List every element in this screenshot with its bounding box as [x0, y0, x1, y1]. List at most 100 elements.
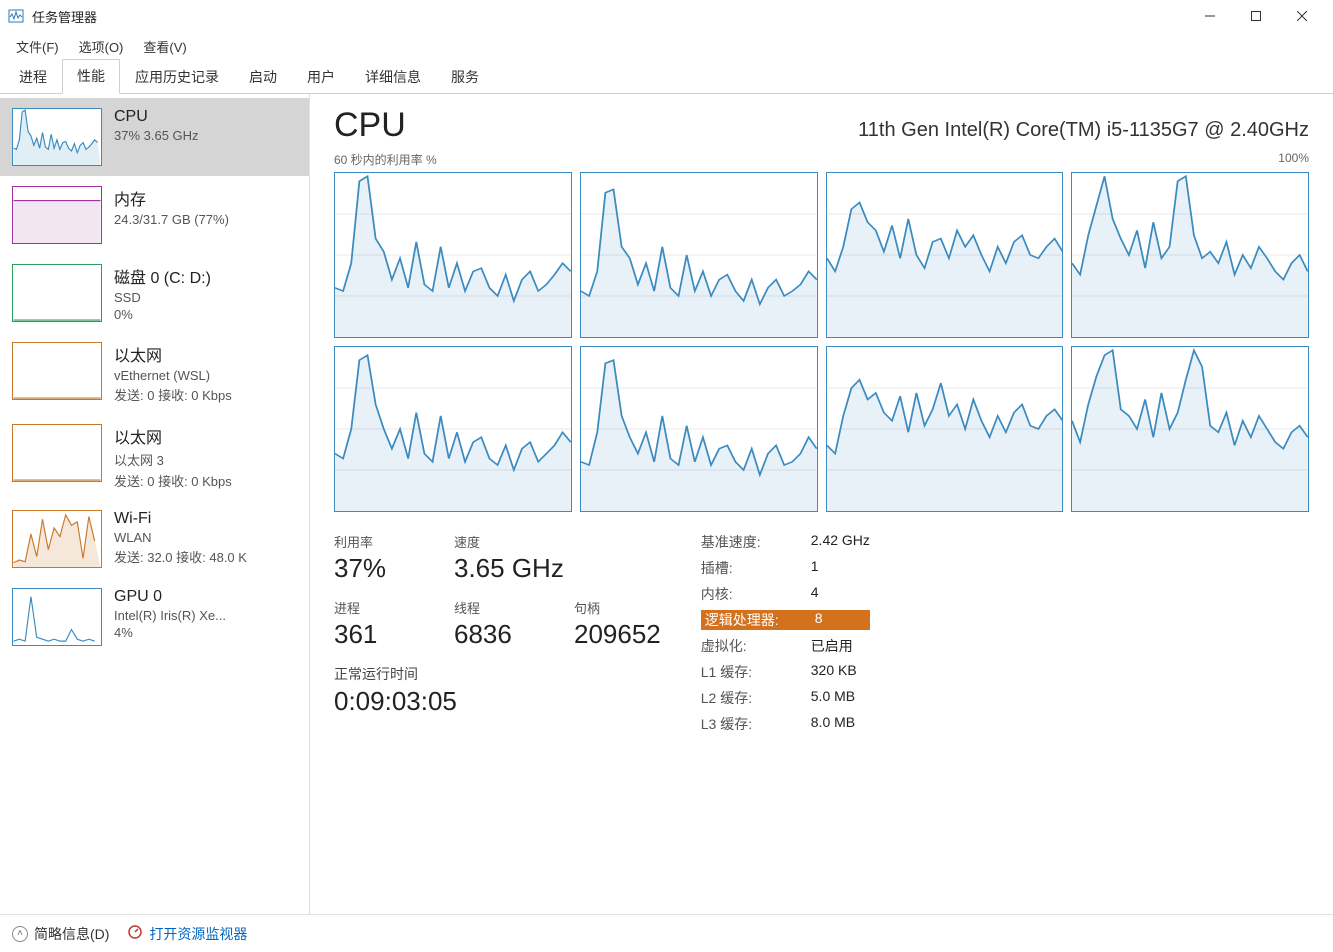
resmon-icon: [127, 924, 143, 943]
tab-startup[interactable]: 启动: [234, 60, 292, 94]
close-button[interactable]: [1279, 0, 1325, 32]
sidebar-item-title: 磁盘 0 (C: D:): [114, 264, 299, 288]
handle-label: 句柄: [574, 598, 661, 617]
tabbar: 进程 性能 应用历史记录 启动 用户 详细信息 服务: [0, 60, 1333, 94]
thumb-chart: [12, 186, 102, 244]
uptime-value: 0:09:03:05: [334, 686, 661, 717]
speed-label: 速度: [454, 532, 564, 551]
minimize-button[interactable]: [1187, 0, 1233, 32]
sidebar-item-5[interactable]: Wi-Fi WLAN 发送: 32.0 接收: 48.0 K: [0, 500, 309, 578]
sidebar-item-title: GPU 0: [114, 588, 299, 606]
core-chart-4[interactable]: [334, 346, 572, 512]
sidebar-item-4[interactable]: 以太网以太网 3 发送: 0 接收: 0 Kbps: [0, 414, 309, 500]
main: CPU 37% 3.65 GHz 内存 24.3/31.7 GB (77%) 磁盘 0 …: [0, 94, 1333, 914]
tab-users[interactable]: 用户: [292, 60, 350, 94]
l2-label: L2 缓存:: [701, 688, 811, 708]
tab-performance[interactable]: 性能: [62, 59, 120, 94]
sidebar-item-2[interactable]: 磁盘 0 (C: D:) SSD 0%: [0, 254, 309, 332]
resource-monitor-link[interactable]: 打开资源监视器: [127, 924, 247, 944]
sidebar-item-sub2: 发送: 32.0 接收: 48.0 K: [114, 547, 299, 566]
core-chart-5[interactable]: [580, 346, 818, 512]
thread-value: 6836: [454, 619, 534, 650]
tab-app-history[interactable]: 应用历史记录: [120, 60, 234, 94]
maximize-button[interactable]: [1233, 0, 1279, 32]
core-chart-0[interactable]: [334, 172, 572, 338]
sidebar-item-sub: vEthernet (WSL): [114, 368, 299, 383]
chart-axis-labels: 60 秒内的利用率 % 100%: [334, 151, 1309, 168]
brief-info-link[interactable]: ˄ 简略信息(D): [12, 924, 109, 944]
sidebar-item-sub: SSD: [114, 290, 299, 305]
sidebar-item-sub2: 0%: [114, 307, 299, 322]
sidebar-item-sub: 24.3/31.7 GB (77%): [114, 212, 299, 227]
cores-label: 内核:: [701, 584, 811, 604]
logical-label: 逻辑处理器:: [705, 610, 815, 630]
sidebar-item-1[interactable]: 内存 24.3/31.7 GB (77%): [0, 176, 309, 254]
cpu-heading: CPU: [334, 106, 406, 145]
sidebar-item-sub: 以太网 3: [114, 450, 299, 469]
sidebar-item-title: CPU: [114, 108, 299, 126]
sidebar-item-sub: Intel(R) Iris(R) Xe...: [114, 608, 299, 623]
sidebar-item-sub2: 4%: [114, 625, 299, 640]
virt-value: 已启用: [811, 636, 853, 656]
thumb-chart: [12, 342, 102, 400]
l1-label: L1 缓存:: [701, 662, 811, 682]
resmon-label: 打开资源监视器: [149, 924, 247, 944]
content: CPU 11th Gen Intel(R) Core(TM) i5-1135G7…: [310, 94, 1333, 914]
tab-services[interactable]: 服务: [436, 60, 494, 94]
uptime-label: 正常运行时间: [334, 664, 661, 684]
menu-file[interactable]: 文件(F): [6, 33, 69, 60]
menu-view[interactable]: 查看(V): [133, 33, 196, 60]
virt-label: 虚拟化:: [701, 636, 811, 656]
sidebar-item-title: 以太网: [114, 424, 299, 448]
thumb-chart: [12, 588, 102, 646]
stats: 利用率 37% 速度 3.65 GHz 进程 361 线程 68: [334, 532, 1309, 734]
sidebar-item-sub2: 发送: 0 接收: 0 Kbps: [114, 385, 299, 404]
core-chart-3[interactable]: [1071, 172, 1309, 338]
sidebar-item-6[interactable]: GPU 0 Intel(R) Iris(R) Xe... 4%: [0, 578, 309, 656]
core-chart-grid: [334, 172, 1309, 512]
tab-details[interactable]: 详细信息: [350, 60, 436, 94]
tab-processes[interactable]: 进程: [4, 60, 62, 94]
thumb-chart: [12, 424, 102, 482]
sidebar-item-title: Wi-Fi: [114, 510, 299, 528]
sidebar-item-0[interactable]: CPU 37% 3.65 GHz: [0, 98, 309, 176]
stats-right: 基准速度:2.42 GHz 插槽:1 内核:4 逻辑处理器:8 虚拟化:已启用 …: [701, 532, 870, 734]
proc-value: 361: [334, 619, 414, 650]
menu-options[interactable]: 选项(O): [69, 33, 134, 60]
core-chart-6[interactable]: [826, 346, 1064, 512]
cpu-model: 11th Gen Intel(R) Core(TM) i5-1135G7 @ 2…: [858, 119, 1309, 142]
core-chart-1[interactable]: [580, 172, 818, 338]
core-chart-2[interactable]: [826, 172, 1064, 338]
footer: ˄ 简略信息(D) 打开资源监视器: [0, 914, 1333, 952]
sidebar-item-sub: WLAN: [114, 530, 299, 545]
thumb-chart: [12, 264, 102, 322]
l3-value: 8.0 MB: [811, 714, 855, 734]
sidebar-item-sub: 37% 3.65 GHz: [114, 128, 299, 143]
proc-label: 进程: [334, 598, 414, 617]
sockets-label: 插槽:: [701, 558, 811, 578]
window-controls: [1187, 0, 1325, 32]
base-speed-label: 基准速度:: [701, 532, 811, 552]
sidebar-item-title: 内存: [114, 186, 299, 210]
l3-label: L3 缓存:: [701, 714, 811, 734]
brief-info-label: 简略信息(D): [34, 924, 109, 944]
logical-value: 8: [815, 610, 823, 630]
chevron-up-icon: ˄: [12, 926, 28, 942]
thumb-chart: [12, 510, 102, 568]
cores-value: 4: [811, 584, 819, 604]
handle-value: 209652: [574, 619, 661, 650]
core-chart-7[interactable]: [1071, 346, 1309, 512]
titlebar: 任务管理器: [0, 0, 1333, 32]
thumb-chart: [12, 108, 102, 166]
thread-label: 线程: [454, 598, 534, 617]
util-value: 37%: [334, 553, 414, 584]
chart-label-left: 60 秒内的利用率 %: [334, 151, 437, 168]
app-icon: [8, 8, 24, 24]
menubar: 文件(F) 选项(O) 查看(V): [0, 32, 1333, 60]
l2-value: 5.0 MB: [811, 688, 855, 708]
sidebar-item-3[interactable]: 以太网 vEthernet (WSL) 发送: 0 接收: 0 Kbps: [0, 332, 309, 414]
stats-left: 利用率 37% 速度 3.65 GHz 进程 361 线程 68: [334, 532, 661, 734]
content-header: CPU 11th Gen Intel(R) Core(TM) i5-1135G7…: [334, 106, 1309, 145]
sidebar-item-title: 以太网: [114, 342, 299, 366]
sidebar-item-sub2: 发送: 0 接收: 0 Kbps: [114, 471, 299, 490]
